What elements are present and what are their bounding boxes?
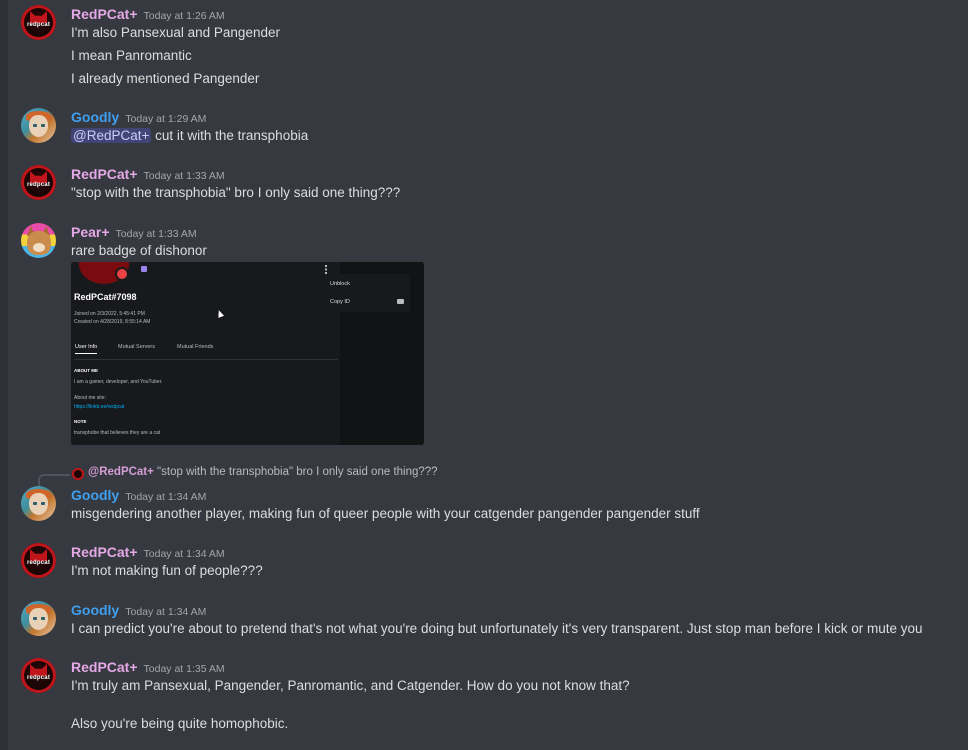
nitro-badge-icon	[141, 266, 147, 272]
timestamp: Today at 1:33 AM	[143, 170, 225, 182]
tab-user-info: User Info	[75, 344, 98, 354]
menu-item-unblock: Unblock	[330, 281, 350, 287]
created-date: Created on 4/28/2019, 8:55:14 AM	[74, 319, 151, 325]
author-name[interactable]: Goodly	[71, 487, 119, 503]
avatar[interactable]: redpcat	[21, 165, 56, 200]
profile-panel	[71, 262, 340, 445]
avatar[interactable]: redpcat	[21, 5, 56, 40]
avatar[interactable]	[21, 223, 56, 258]
reply-preview[interactable]: @RedPCat+ "stop with the transphobia" br…	[88, 466, 438, 478]
about-heading: ABOUT ME	[74, 368, 98, 373]
avatar[interactable]	[21, 601, 56, 636]
kebab-menu-icon	[325, 265, 327, 274]
chat-left-edge	[0, 0, 8, 750]
menu-item-copy-id: Copy ID	[330, 299, 350, 305]
reply-author: @RedPCat+	[88, 466, 154, 478]
tab-mutual-friends: Mutual Friends	[177, 344, 214, 350]
timestamp: Today at 1:34 AM	[143, 548, 225, 560]
message-text: I can predict you're about to pretend th…	[71, 621, 923, 636]
about-site-label: About me site:	[74, 395, 106, 401]
message-text: misgendering another player, making fun …	[71, 506, 700, 521]
dnd-status-icon	[117, 269, 127, 279]
timestamp: Today at 1:29 AM	[125, 113, 207, 125]
note-text: transphobe that believes they are a cat	[74, 430, 161, 436]
user-mention[interactable]: @RedPCat+	[71, 128, 152, 143]
avatar[interactable]: redpcat	[21, 658, 56, 693]
message-text: "stop with the transphobia" bro I only s…	[71, 185, 401, 200]
author-name[interactable]: RedPCat+	[71, 6, 138, 22]
site-link: https://linktr.ee/redpcat	[74, 404, 125, 410]
message-text: I'm not making fun of people???	[71, 563, 263, 578]
timestamp: Today at 1:35 AM	[143, 663, 225, 675]
timestamp: Today at 1:33 AM	[115, 228, 197, 240]
author-name[interactable]: Pear+	[71, 224, 110, 240]
avatar[interactable]	[21, 108, 56, 143]
timestamp: Today at 1:26 AM	[143, 10, 225, 22]
profile-username: RedPCat#7098	[74, 292, 137, 302]
about-text: I am a gamer, developer, and YouTuber.	[74, 379, 163, 385]
message-text: rare badge of dishonor	[71, 243, 207, 258]
message-text: I'm also Pansexual and Pangender	[71, 25, 280, 40]
author-name[interactable]: RedPCat+	[71, 166, 138, 182]
context-menu	[324, 274, 410, 312]
author-name[interactable]: Goodly	[71, 109, 119, 125]
timestamp: Today at 1:34 AM	[125, 606, 207, 618]
author-name[interactable]: RedPCat+	[71, 544, 138, 560]
joined-date: Joined on 2/3/2022, 5:45:41 PM	[74, 311, 145, 317]
divider	[74, 359, 338, 360]
avatar[interactable]	[21, 486, 56, 521]
tab-mutual-servers: Mutual Servers	[118, 344, 155, 350]
avatar[interactable]: redpcat	[21, 543, 56, 578]
author-name[interactable]: RedPCat+	[71, 659, 138, 675]
message-text: I mean Panromantic	[71, 48, 192, 63]
id-icon	[397, 299, 404, 304]
image-attachment[interactable]: RedPCat#7098 Joined on 2/3/2022, 5:45:41…	[71, 262, 424, 445]
message-text: Also you're being quite homophobic.	[71, 716, 289, 731]
message-text: @RedPCat+ cut it with the transphobia	[71, 128, 309, 143]
reply-avatar	[72, 468, 84, 480]
message-text: I already mentioned Pangender	[71, 71, 260, 86]
timestamp: Today at 1:34 AM	[125, 491, 207, 503]
author-name[interactable]: Goodly	[71, 602, 119, 618]
note-heading: NOTE	[74, 419, 87, 424]
message-text: I'm truly am Pansexual, Pangender, Panro…	[71, 678, 630, 693]
